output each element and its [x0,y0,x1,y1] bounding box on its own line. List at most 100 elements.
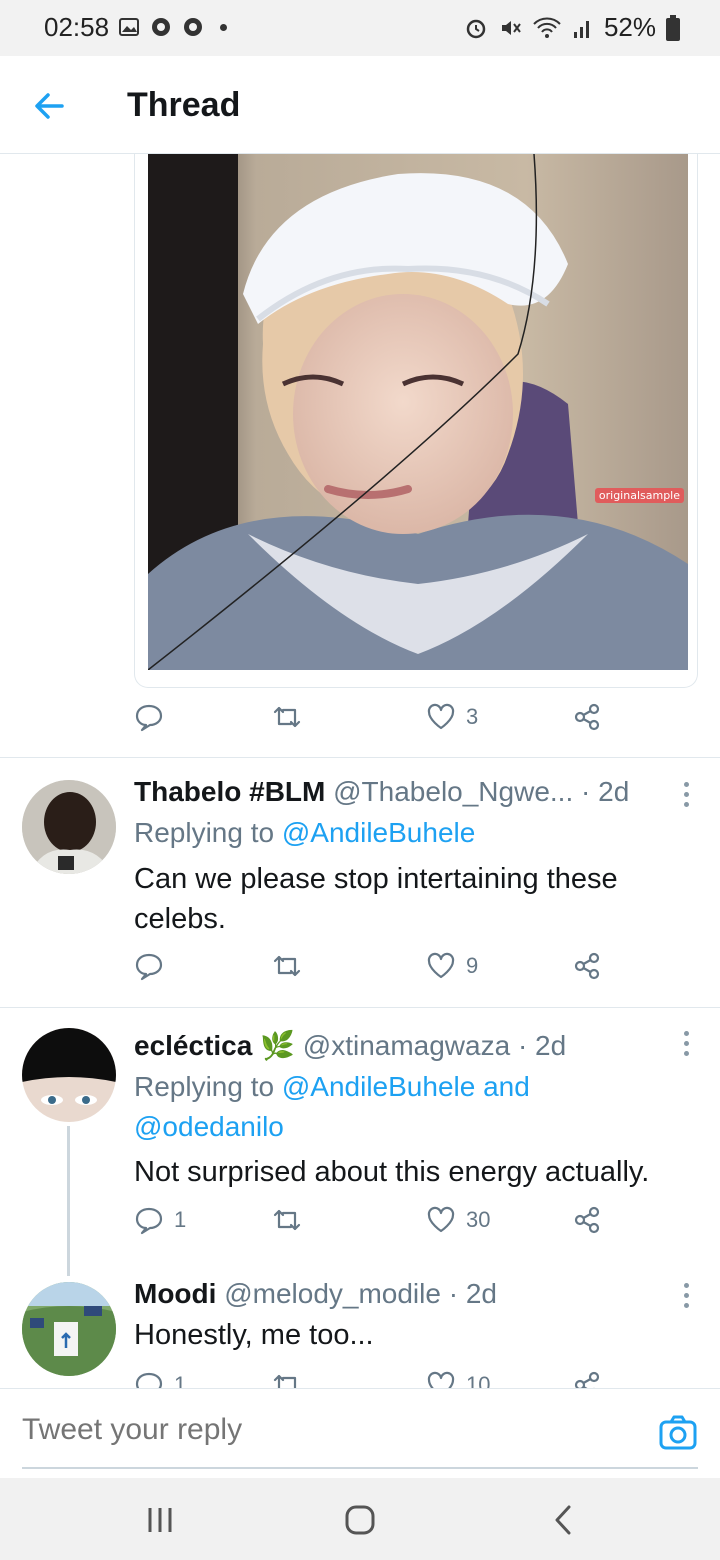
display-name[interactable]: ecléctica [134,1030,252,1061]
watermark: originalsample [594,488,684,503]
tweet-photo[interactable]: originalsample [148,154,688,670]
share-icon [574,1371,600,1388]
home-icon[interactable] [340,1500,380,1540]
retweet-button[interactable] [272,1370,302,1388]
camera-icon[interactable] [658,1413,698,1453]
status-bar: 02:58 52% [0,0,720,56]
like-count: 9 [466,953,479,978]
reply-button[interactable]: 1 [134,1370,186,1388]
tweet-header: ecléctica 🌿 @xtinamagwaza · 2d [134,1029,566,1063]
tweet-time: · 2d [517,1030,567,1061]
avatar-image [22,1282,116,1376]
share-button[interactable] [572,1205,602,1235]
mention-link[interactable]: @odedanilo [134,1111,284,1142]
user-handle: @melody_modile [224,1278,441,1309]
tweet-text: Can we please stop intertaining these ce… [134,863,618,935]
reply-input-underline [22,1467,698,1469]
retweet-button[interactable] [272,1205,302,1235]
reply-icon [135,1207,163,1235]
notification-icons [118,16,227,38]
reply-count: 1 [174,1372,187,1388]
share-button[interactable] [572,1370,602,1388]
divider [0,1007,720,1008]
tweet-header: Moodi @melody_modile · 2d [134,1277,497,1311]
more-icon[interactable] [682,1283,690,1309]
like-button[interactable]: 10 [426,1370,490,1388]
avatar[interactable] [22,780,116,874]
main-tweet-actions: 3 [134,702,614,742]
tweet-header: Thabelo #BLM @Thabelo_Ngwe... · 2d [134,775,629,809]
tweet-actions: 9 [134,951,614,991]
mention-link[interactable]: @AndileBuhele and [282,1071,530,1102]
thread-connector [67,1126,70,1276]
replying-to-label: Replying to [134,817,282,848]
back-arrow-icon[interactable] [28,84,72,128]
divider [0,757,720,758]
notification-dot-icon [220,23,227,31]
system-status: 52% [464,12,680,43]
reply-icon [135,704,163,732]
system-navigation-bar [0,1478,720,1560]
recents-icon[interactable] [140,1500,180,1540]
like-count: 30 [466,1207,491,1232]
like-count: 10 [466,1372,491,1388]
app-header: Thread [0,56,720,154]
share-button[interactable] [572,702,602,732]
mute-icon [501,20,521,35]
reply-button[interactable]: 1 [134,1205,186,1235]
photo-illustration [148,154,688,670]
like-button[interactable]: 30 [426,1205,490,1235]
replying-to: Replying to @AndileBuhele [134,816,475,850]
reply-composer [0,1388,720,1478]
more-icon[interactable] [682,782,690,808]
retweet-button[interactable] [272,951,302,981]
tweet-actions: 1 30 [134,1205,614,1245]
reply-input[interactable] [22,1413,622,1447]
replying-to: Replying to @AndileBuhele and [134,1070,530,1104]
replying-to-label: Replying to [134,1071,282,1102]
avatar[interactable] [22,1282,116,1376]
reply-icon [135,1372,163,1388]
battery-icon [666,14,680,41]
user-handle: @Thabelo_Ngwe... [333,776,574,807]
share-icon [574,703,600,731]
retweet-icon [273,1374,297,1388]
tweet-actions: 1 10 [134,1370,614,1388]
retweet-icon [273,1209,301,1231]
more-icon[interactable] [682,1031,690,1057]
back-icon[interactable] [544,1500,584,1540]
share-icon [574,952,600,980]
avatar-image [22,1028,116,1122]
display-name[interactable]: Moodi [134,1278,216,1309]
like-icon [427,1371,455,1388]
status-time: 02:58 [44,12,110,42]
tweet-time: · 2d [581,776,630,807]
alarm-icon [466,19,486,38]
gallery-icon [119,18,139,36]
mention-link[interactable]: @AndileBuhele [282,817,475,848]
avatar[interactable] [22,1028,116,1122]
chrome-icon [184,18,202,36]
battery-percent: 52% [603,12,656,42]
display-name[interactable]: Thabelo #BLM [134,776,325,807]
like-icon [427,1206,455,1233]
tweet-text: Honestly, me too... [134,1319,374,1351]
reply-button[interactable] [134,951,164,981]
like-count: 3 [466,704,479,729]
tweet-time: · 2d [448,1278,497,1309]
share-icon [574,1206,600,1234]
retweet-button[interactable] [272,702,302,732]
chrome-icon [152,18,170,36]
retweet-icon [273,955,301,977]
user-handle: @xtinamagwaza [302,1030,511,1061]
reply-button[interactable] [134,702,164,732]
signal-icon [573,20,589,38]
like-icon [427,952,455,979]
replying-to-continued: @odedanilo [134,1110,284,1144]
tweet-text: Not surprised about this energy actually… [134,1156,650,1188]
reply-count: 1 [174,1207,187,1232]
like-button[interactable]: 9 [426,951,478,981]
like-button[interactable]: 3 [426,702,478,732]
share-button[interactable] [572,951,602,981]
plant-emoji: 🌿 [260,1030,295,1061]
